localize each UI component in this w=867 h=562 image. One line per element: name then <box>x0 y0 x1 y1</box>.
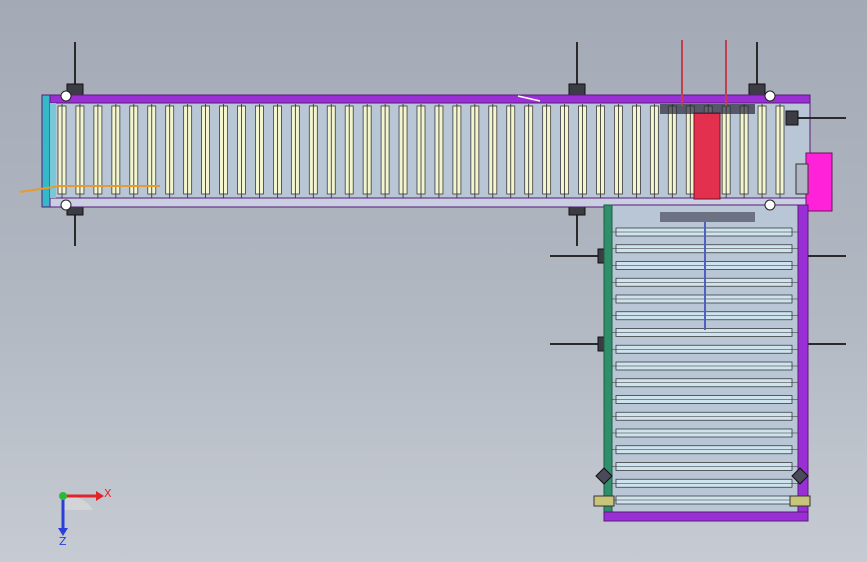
triad-shading <box>63 495 93 510</box>
z-axis-label: Z <box>59 535 67 548</box>
x-axis-label: X <box>104 487 112 500</box>
x-axis-head <box>96 491 104 501</box>
y-axis-origin <box>59 492 67 500</box>
cad-viewport[interactable]: X Z <box>0 0 867 562</box>
view-triad: X Z <box>58 487 112 548</box>
